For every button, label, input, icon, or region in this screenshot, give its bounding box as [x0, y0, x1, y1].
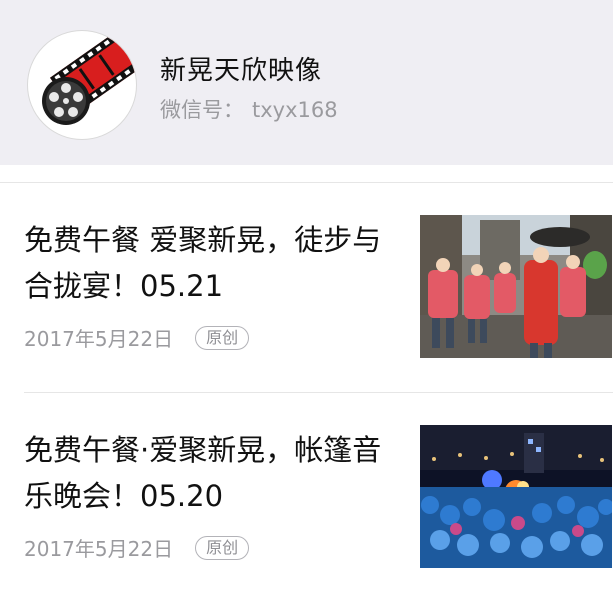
- article-meta: 2017年5月22日 原创: [24, 323, 250, 352]
- article-thumbnail: [420, 425, 612, 568]
- article-item[interactable]: 免费午餐 爱聚新晃，徒步与合拢宴！05.21 2017年5月22日 原创: [0, 183, 613, 393]
- section-gap: [0, 165, 613, 183]
- article-title: 免费午餐·爱聚新晃，帐篷音乐晚会！05.20: [24, 433, 382, 513]
- account-id-label: 微信号：: [160, 98, 244, 122]
- account-id-row: 微信号： txyx168: [160, 94, 338, 124]
- film-reel-logo-icon: [42, 31, 136, 125]
- original-badge: 原创: [195, 535, 250, 560]
- article-item[interactable]: 免费午餐·爱聚新晃，帐篷音乐晚会！05.20 2017年5月22日 原创: [0, 393, 613, 603]
- account-name: 新晃天欣映像: [160, 56, 323, 86]
- account-id-value: txyx168: [252, 98, 338, 122]
- account-avatar[interactable]: [27, 30, 137, 140]
- original-badge: 原创: [195, 325, 250, 350]
- article-date: 2017年5月22日: [24, 537, 174, 561]
- article-thumbnail: [420, 215, 612, 358]
- account-header: 新晃天欣映像 微信号： txyx168: [0, 0, 613, 165]
- article-date: 2017年5月22日: [24, 327, 174, 351]
- article-title: 免费午餐 爱聚新晃，徒步与合拢宴！05.21: [24, 223, 382, 303]
- article-meta: 2017年5月22日 原创: [24, 533, 250, 562]
- concert-night-photo: [420, 425, 612, 568]
- walking-crowd-photo: [420, 215, 612, 358]
